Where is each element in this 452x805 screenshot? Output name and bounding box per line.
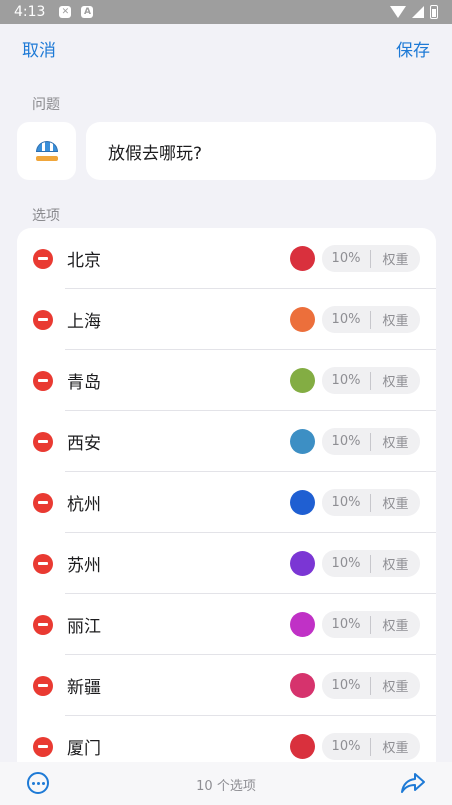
remove-option-button[interactable] [33,736,53,757]
option-percent: 10% [331,373,361,388]
option-weight-label: 权重 [382,314,409,329]
option-color-swatch[interactable] [290,368,315,393]
option-weight-control[interactable]: 10% 权重 [322,367,420,394]
question-input[interactable]: 放假去哪玩? [86,122,436,180]
option-color-swatch[interactable] [290,551,315,576]
option-row: 上海 10% 权重 [17,289,436,350]
app-notification-icon: A [81,6,94,18]
option-weight-control[interactable]: 10% 权重 [322,672,420,699]
remove-option-button[interactable] [33,248,53,269]
option-weight-label: 权重 [382,375,409,390]
cancel-button[interactable]: 取消 [22,36,56,61]
remove-option-button[interactable] [33,370,53,391]
remove-option-button[interactable] [33,614,53,635]
option-name[interactable]: 上海 [67,307,101,332]
option-row: 苏州 10% 权重 [17,533,436,594]
remove-option-button[interactable] [33,492,53,513]
wifi-icon [390,6,406,18]
save-button[interactable]: 保存 [396,36,430,61]
option-weight-control[interactable]: 10% 权重 [322,428,420,455]
option-percent: 10% [331,678,361,693]
option-row: 西安 10% 权重 [17,411,436,472]
option-row: 青岛 10% 权重 [17,350,436,411]
option-weight-label: 权重 [382,497,409,512]
option-color-swatch[interactable] [290,612,315,637]
question-icon-button[interactable] [17,122,76,180]
option-weight-control[interactable]: 10% 权重 [322,733,420,760]
beach-umbrella-icon [35,141,58,161]
option-weight-control[interactable]: 10% 权重 [322,489,420,516]
option-percent: 10% [331,495,361,510]
status-bar: 4:13 ✕ A [0,0,452,24]
option-color-swatch[interactable] [290,429,315,454]
option-name[interactable]: 杭州 [67,490,101,515]
option-row: 新疆 10% 权重 [17,655,436,716]
option-weight-label: 权重 [382,253,409,268]
option-name[interactable]: 西安 [67,429,101,454]
option-weight-label: 权重 [382,680,409,695]
option-name[interactable]: 北京 [67,246,101,271]
shield-notification-icon: ✕ [59,6,72,18]
question-section-label: 问题 [32,97,60,113]
share-icon[interactable] [400,772,426,794]
option-weight-control[interactable]: 10% 权重 [322,306,420,333]
option-weight-control[interactable]: 10% 权重 [322,245,420,272]
option-row: 杭州 10% 权重 [17,472,436,533]
option-color-swatch[interactable] [290,673,315,698]
option-row: 北京 10% 权重 [17,228,436,289]
remove-option-button[interactable] [33,553,53,574]
option-weight-label: 权重 [382,741,409,756]
option-weight-control[interactable]: 10% 权重 [322,611,420,638]
bottom-toolbar: 10 个选项 [0,762,452,805]
option-count: 10 个选项 [196,779,256,794]
option-weight-label: 权重 [382,436,409,451]
option-name[interactable]: 丽江 [67,612,101,637]
option-percent: 10% [331,251,361,266]
option-color-swatch[interactable] [290,246,315,271]
options-section-label: 选项 [32,208,60,224]
option-name[interactable]: 新疆 [67,673,101,698]
option-color-swatch[interactable] [290,307,315,332]
signal-icon [412,6,424,18]
option-weight-control[interactable]: 10% 权重 [322,550,420,577]
option-weight-label: 权重 [382,619,409,634]
status-time: 4:13 [14,4,46,20]
option-color-swatch[interactable] [290,490,315,515]
option-color-swatch[interactable] [290,734,315,759]
remove-option-button[interactable] [33,309,53,330]
option-percent: 10% [331,434,361,449]
option-percent: 10% [331,556,361,571]
battery-icon [430,5,438,19]
option-percent: 10% [331,312,361,327]
option-name[interactable]: 厦门 [67,734,101,759]
option-percent: 10% [331,739,361,754]
option-row: 丽江 10% 权重 [17,594,436,655]
option-name[interactable]: 青岛 [67,368,101,393]
option-name[interactable]: 苏州 [67,551,101,576]
options-list: 北京 10% 权重 上海 10% 权重 青岛 10% 权重 西安 10% 权重 … [17,228,436,768]
option-weight-label: 权重 [382,558,409,573]
option-percent: 10% [331,617,361,632]
remove-option-button[interactable] [33,431,53,452]
remove-option-button[interactable] [33,675,53,696]
option-row: 厦门 10% 权重 [17,716,436,768]
